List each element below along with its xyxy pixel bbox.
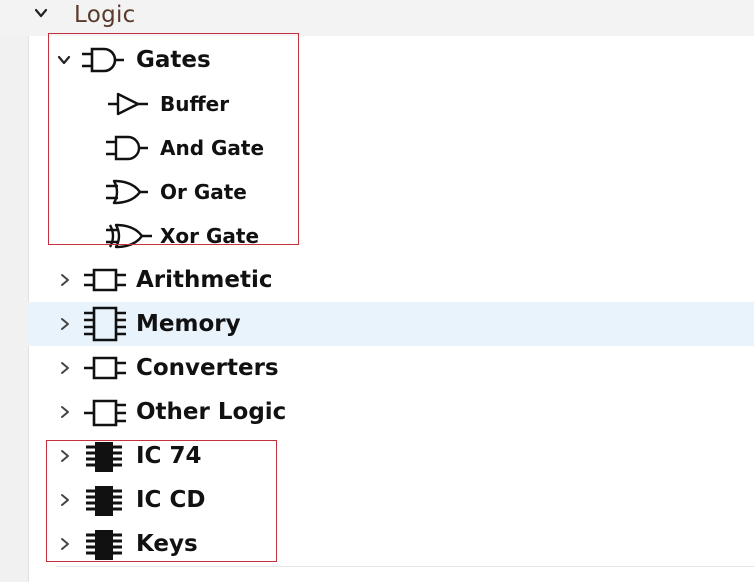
- ic-chip-icon: [84, 440, 124, 474]
- ic-chip-icon: [84, 528, 124, 562]
- tree-item-label: IC CD: [136, 487, 206, 513]
- chevron-right-icon[interactable]: [58, 537, 72, 551]
- chevron-right-icon[interactable]: [58, 317, 72, 331]
- and-gate-icon: [104, 134, 150, 162]
- tree-item-label: Keys: [136, 531, 198, 557]
- chevron-right-icon[interactable]: [58, 361, 72, 375]
- tree-item-label: Memory: [136, 311, 241, 337]
- tree-item-label: Gates: [136, 47, 211, 73]
- other-logic-block-icon: [82, 398, 128, 428]
- tree-item-label: Or Gate: [160, 180, 247, 204]
- and-gate-icon: [80, 46, 126, 74]
- chevron-down-icon[interactable]: [34, 6, 48, 20]
- buffer-icon: [106, 90, 150, 118]
- chevron-right-icon[interactable]: [58, 449, 72, 463]
- or-gate-icon: [104, 178, 150, 206]
- memory-block-icon: [82, 306, 128, 342]
- tree-item-label: Xor Gate: [160, 224, 260, 248]
- chevron-right-icon[interactable]: [58, 493, 72, 507]
- tree-item-label: Other Logic: [136, 399, 287, 425]
- chevron-down-icon[interactable]: [57, 53, 71, 67]
- tree-item-label: Converters: [136, 355, 279, 381]
- tree-item-label: IC 74: [136, 443, 202, 469]
- xor-gate-icon: [104, 222, 154, 250]
- tree-item-label: And Gate: [160, 136, 265, 160]
- converter-block-icon: [82, 354, 128, 382]
- chevron-right-icon[interactable]: [58, 405, 72, 419]
- category-label-logic: Logic: [74, 2, 136, 28]
- tree-item-label: Arithmetic: [136, 267, 273, 293]
- divider: [56, 566, 754, 567]
- chevron-right-icon[interactable]: [58, 273, 72, 287]
- arithmetic-block-icon: [82, 266, 128, 294]
- tree-item-label: Buffer: [160, 92, 230, 116]
- ic-chip-icon: [84, 484, 124, 518]
